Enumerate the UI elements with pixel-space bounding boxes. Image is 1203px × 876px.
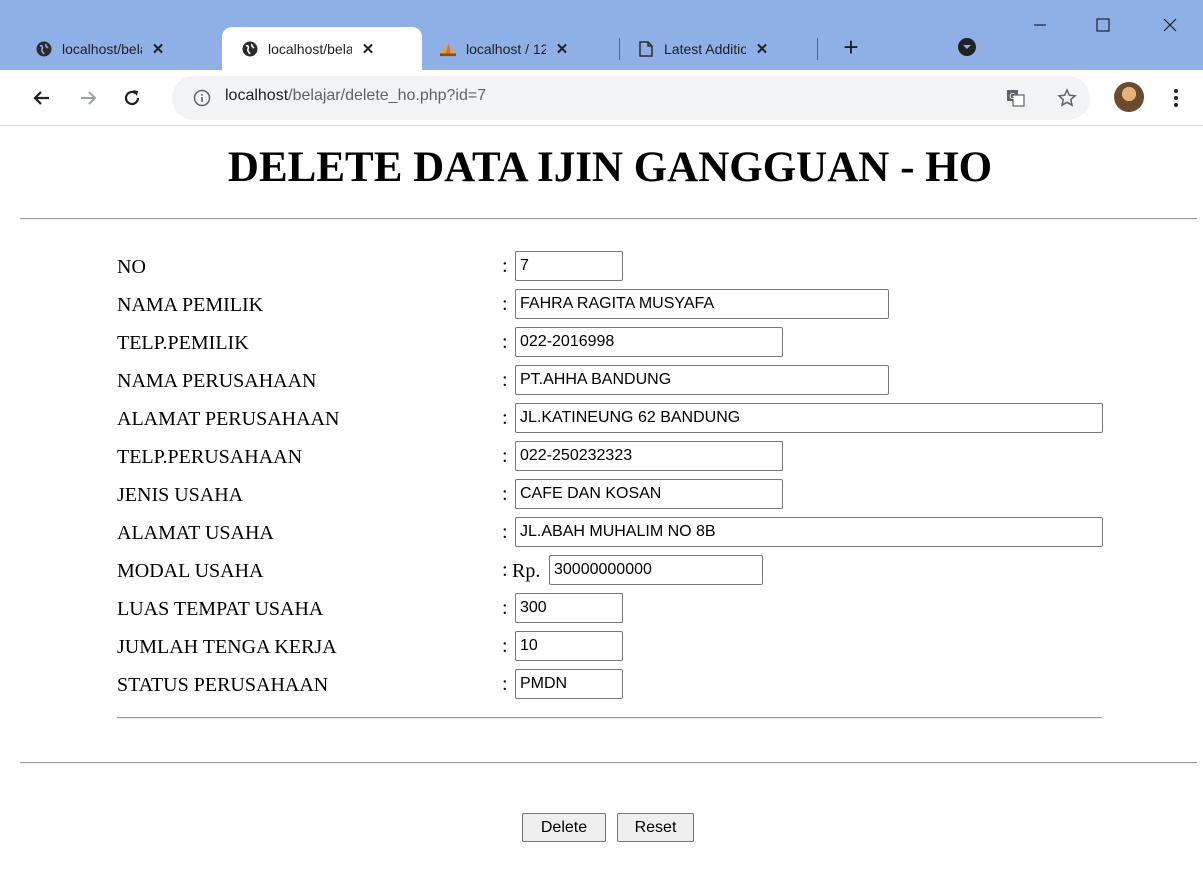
new-tab-button[interactable]: +: [836, 33, 866, 61]
close-icon[interactable]: ✕: [148, 39, 168, 59]
nama-perusahaan-field[interactable]: [515, 365, 889, 395]
tab-separator: [817, 38, 818, 60]
alamat-usaha-field[interactable]: [515, 517, 1103, 547]
field-label: STATUS PERUSAHAAN: [117, 674, 329, 696]
field-colon: :: [502, 255, 508, 277]
nama-pemilik-field[interactable]: [515, 289, 889, 319]
field-label: ALAMAT PERUSAHAAN: [117, 408, 340, 430]
tab-label: localhost/belajar/: [62, 40, 142, 57]
field-label: TELP.PEMILIK: [117, 332, 249, 354]
delete-button[interactable]: Delete: [522, 813, 606, 842]
luas-tempat-usaha-field[interactable]: [515, 593, 623, 623]
field-label: JENIS USAHA: [117, 484, 244, 506]
tab-label: Latest Additions: [664, 40, 746, 57]
field-label: NAMA PERUSAHAAN: [117, 370, 317, 392]
tab-search-icon[interactable]: [958, 38, 976, 56]
field-label: LUAS TEMPAT USAHA: [117, 598, 324, 620]
field-colon: :: [502, 293, 508, 315]
toolbar-divider: [0, 125, 1203, 126]
jenis-usaha-field[interactable]: [515, 479, 783, 509]
field-colon: :: [502, 597, 508, 619]
tab-latest-additions[interactable]: Latest Additions ✕: [638, 27, 818, 70]
field-colon: :: [502, 407, 508, 429]
url-host: localhost: [225, 87, 289, 104]
field-label: NAMA PEMILIK: [117, 294, 264, 316]
form-divider: [117, 717, 1102, 719]
field-colon: :: [502, 521, 508, 543]
profile-avatar[interactable]: [1114, 82, 1144, 112]
field-colon: :: [502, 559, 508, 581]
url-text[interactable]: localhost/belajar/delete_ho.php?id=7: [225, 87, 486, 105]
top-divider: [20, 218, 1197, 220]
bottom-divider: [20, 762, 1197, 764]
telp-perusahaan-field[interactable]: [515, 441, 783, 471]
translate-icon[interactable]: G: [1006, 88, 1026, 108]
globe-icon: [242, 41, 258, 57]
more-menu-icon[interactable]: [1166, 86, 1186, 110]
field-colon: :: [502, 445, 508, 467]
telp-pemilik-field[interactable]: [515, 327, 783, 357]
page-title: DELETE DATA IJIN GANGGUAN - HO: [227, 144, 993, 191]
alamat-perusahaan-field[interactable]: [515, 403, 1103, 433]
close-icon[interactable]: ✕: [552, 39, 572, 59]
tab-separator: [619, 38, 620, 60]
jumlah-tenaga-kerja-field[interactable]: [515, 631, 623, 661]
svg-text:G: G: [1009, 92, 1015, 101]
field-label: ALAMAT USAHA: [117, 522, 274, 544]
globe-icon: [36, 41, 52, 57]
url-path: /belajar/delete_ho.php?id=7: [288, 87, 487, 104]
field-label: MODAL USAHA: [117, 560, 264, 582]
field-label: NO: [117, 256, 146, 278]
tab-localhost-1[interactable]: localhost/belajar/ ✕: [36, 27, 216, 70]
close-icon[interactable]: ✕: [358, 39, 378, 59]
reset-button[interactable]: Reset: [617, 813, 694, 842]
field-label: JUMLAH TENGA KERJA: [117, 636, 337, 658]
field-colon: :: [502, 635, 508, 657]
tab-label: localhost / 127.0.0.1: [466, 40, 546, 57]
close-window-button[interactable]: [1150, 10, 1190, 40]
info-icon[interactable]: [193, 89, 211, 107]
no-field[interactable]: [515, 251, 623, 281]
forward-arrow-icon[interactable]: [76, 86, 100, 110]
back-arrow-icon[interactable]: [30, 86, 54, 110]
bookmark-star-icon[interactable]: [1057, 88, 1077, 108]
field-label: TELP.PERUSAHAAN: [117, 446, 303, 468]
tab-localhost-2-active[interactable]: localhost/belajar/ ✕: [222, 27, 422, 70]
field-colon: :: [502, 369, 508, 391]
page-icon: [638, 40, 654, 57]
status-perusahaan-field[interactable]: [515, 669, 623, 699]
modal-usaha-field[interactable]: [549, 555, 763, 585]
phpmyadmin-icon: [440, 41, 456, 57]
close-icon[interactable]: ✕: [752, 39, 772, 59]
field-colon: :: [502, 331, 508, 353]
tab-phpmyadmin[interactable]: localhost / 127.0.0.1 ✕: [440, 27, 620, 70]
maximize-button[interactable]: [1083, 10, 1123, 40]
field-colon: :: [502, 483, 508, 505]
currency-prefix: Rp.: [512, 560, 541, 582]
minimize-button[interactable]: [1020, 10, 1060, 40]
field-colon: :: [502, 673, 508, 695]
tab-label: localhost/belajar/: [268, 40, 352, 57]
reload-icon[interactable]: [120, 86, 144, 110]
